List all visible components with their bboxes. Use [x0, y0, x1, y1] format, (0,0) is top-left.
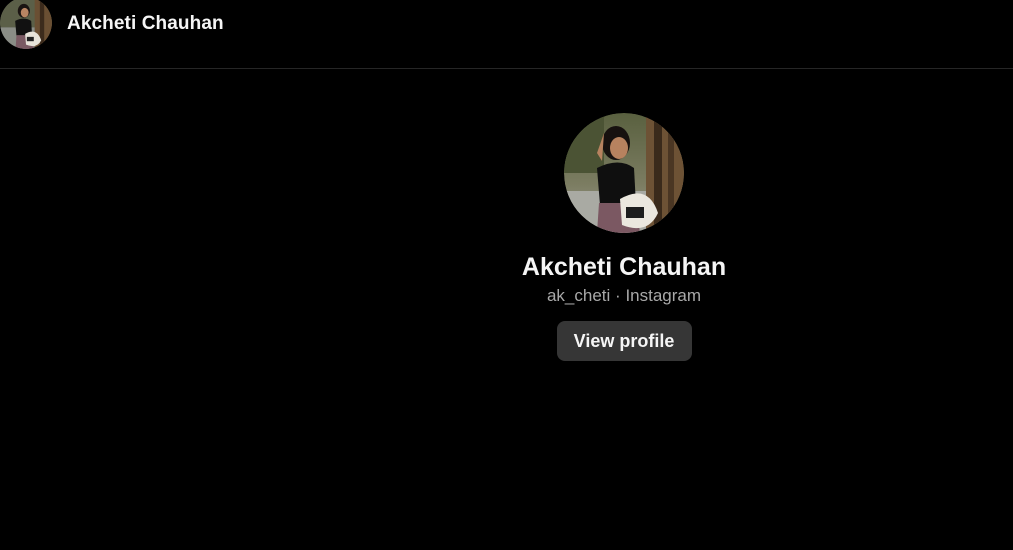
header-profile-name[interactable]: Akcheti Chauhan: [67, 13, 224, 35]
top-bar: Akcheti Chauhan: [0, 0, 1013, 69]
profile-avatar[interactable]: [564, 113, 684, 233]
profile-subtitle: ak_cheti · Instagram: [547, 285, 701, 307]
profile-card: Akcheti Chauhan ak_cheti · Instagram Vie…: [464, 113, 784, 361]
subtitle-separator: ·: [615, 286, 621, 305]
view-profile-button[interactable]: View profile: [556, 321, 692, 361]
avatar-photo-icon: [0, 0, 52, 49]
profile-username: ak_cheti: [546, 286, 611, 305]
profile-photo-icon: [564, 113, 684, 233]
profile-platform: Instagram: [625, 286, 702, 305]
header-avatar[interactable]: [0, 0, 52, 49]
profile-name: Akcheti Chauhan: [521, 253, 727, 281]
